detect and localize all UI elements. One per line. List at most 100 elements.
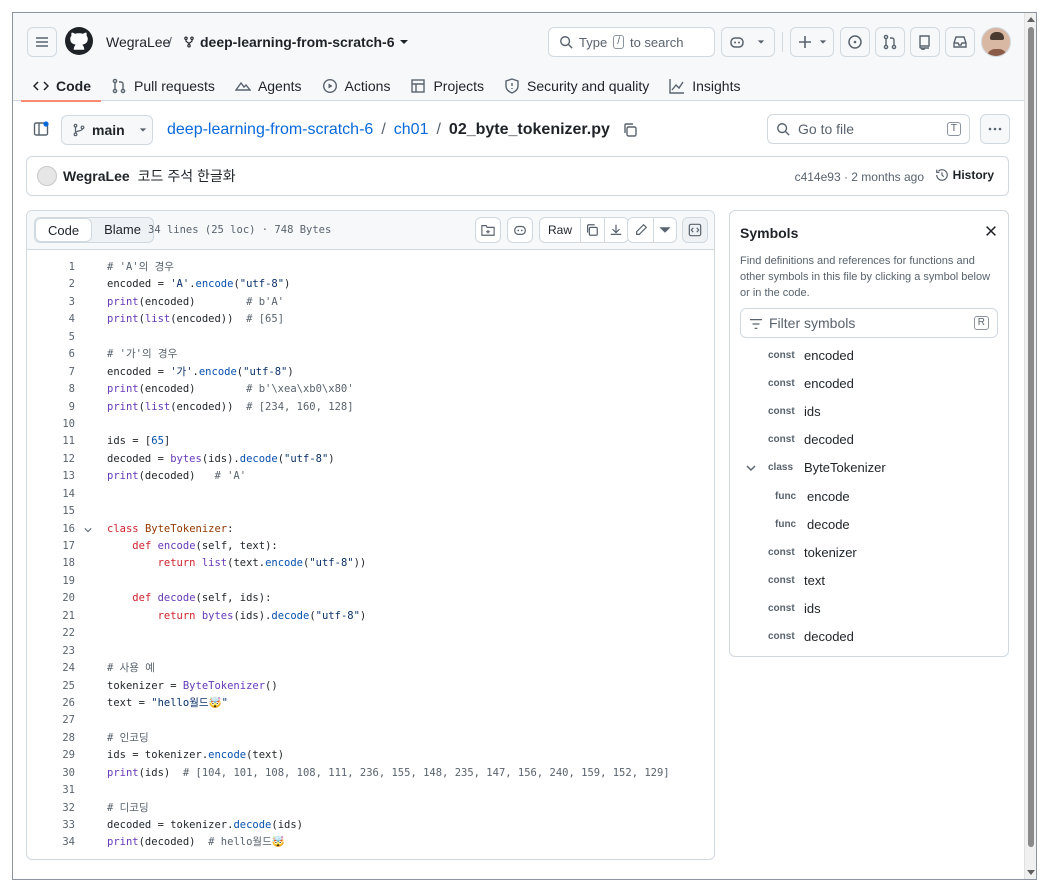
line-number[interactable]: 30 xyxy=(27,765,75,782)
line-number[interactable]: 29 xyxy=(27,747,75,764)
symbol-item[interactable]: const encoded xyxy=(730,369,1008,397)
filter-symbols-input[interactable]: Filter symbols R xyxy=(740,308,998,338)
tab-actions[interactable]: Actions xyxy=(312,70,401,101)
line-number[interactable]: 6 xyxy=(27,346,75,363)
add-file-button[interactable] xyxy=(475,217,501,243)
line-number[interactable]: 2 xyxy=(27,276,75,293)
history-link[interactable]: History xyxy=(935,168,994,182)
more-options-button[interactable] xyxy=(980,114,1010,144)
symbol-item[interactable]: const encoded xyxy=(730,341,1008,369)
line-number[interactable]: 24 xyxy=(27,660,75,677)
line-number[interactable]: 9 xyxy=(27,399,75,416)
download-button[interactable] xyxy=(605,218,628,242)
tab-insights[interactable]: Insights xyxy=(659,70,750,101)
line-number[interactable]: 21 xyxy=(27,608,75,625)
line-number[interactable]: 16 xyxy=(27,521,75,538)
raw-button[interactable]: Raw xyxy=(540,218,582,242)
line-number[interactable]: 5 xyxy=(27,329,75,346)
go-to-file-input[interactable]: Go to file T xyxy=(767,114,970,144)
symbol-item[interactable]: const ids xyxy=(730,397,1008,425)
line-number[interactable]: 1 xyxy=(27,259,75,276)
line-number[interactable]: 4 xyxy=(27,311,75,328)
github-logo-icon[interactable] xyxy=(65,27,93,55)
line-content: # 인코딩 xyxy=(107,731,149,744)
line-number[interactable]: 11 xyxy=(27,433,75,450)
line-number[interactable]: 13 xyxy=(27,468,75,485)
symbol-item[interactable]: const text xyxy=(730,567,1008,595)
commit-author-avatar[interactable] xyxy=(37,166,57,186)
tab-agents[interactable]: Agents xyxy=(225,70,312,101)
inbox-button[interactable] xyxy=(945,27,975,57)
commit-meta[interactable]: c414e93 · 2 months ago xyxy=(795,170,924,184)
edit-file-button[interactable] xyxy=(628,218,654,242)
edit-options-button[interactable] xyxy=(654,218,676,242)
symbol-item[interactable]: func decode xyxy=(730,510,1008,538)
repo-selector[interactable]: deep-learning-from-scratch-6 xyxy=(183,34,409,50)
symbol-item[interactable]: func encode xyxy=(730,482,1008,510)
line-number[interactable]: 34 xyxy=(27,834,75,851)
side-panel-toggle-icon[interactable] xyxy=(33,121,49,137)
line-number[interactable]: 25 xyxy=(27,678,75,695)
line-number[interactable]: 26 xyxy=(27,695,75,712)
symbols-panel-toggle[interactable] xyxy=(682,217,708,243)
line-number[interactable]: 33 xyxy=(27,817,75,834)
line-content: print(decoded) # hello월드🤯 xyxy=(107,836,285,849)
copilot-ask-button[interactable] xyxy=(507,217,533,243)
line-number[interactable]: 10 xyxy=(27,416,75,433)
line-number[interactable]: 20 xyxy=(27,590,75,607)
symbol-item[interactable]: const decoded xyxy=(730,623,1008,651)
line-number[interactable]: 3 xyxy=(27,294,75,311)
scroll-up-arrow-icon[interactable] xyxy=(1027,17,1035,22)
owner-link[interactable]: WegraLee xyxy=(106,34,170,50)
page-scrollbar[interactable] xyxy=(1024,13,1036,879)
create-new-button[interactable] xyxy=(790,27,834,57)
code-view-tab[interactable]: Code xyxy=(35,218,93,242)
line-number[interactable]: 12 xyxy=(27,451,75,468)
breadcrumb-repo-link[interactable]: deep-learning-from-scratch-6 xyxy=(167,121,373,139)
tab-code[interactable]: Code xyxy=(13,70,101,102)
repositories-button[interactable] xyxy=(910,27,940,57)
commit-author-link[interactable]: WegraLee xyxy=(63,168,130,184)
pull-requests-button[interactable] xyxy=(875,27,905,57)
line-content: decoded = bytes(ids).decode("utf-8") xyxy=(107,452,335,465)
copilot-button[interactable] xyxy=(721,27,775,57)
line-number[interactable]: 17 xyxy=(27,538,75,555)
branch-selector-button[interactable]: main xyxy=(61,115,153,145)
scroll-down-arrow-icon[interactable] xyxy=(1027,870,1035,875)
symbol-item[interactable]: const ids xyxy=(730,595,1008,623)
tab-security[interactable]: Security and quality xyxy=(494,70,659,101)
symbol-item[interactable]: const tokenizer xyxy=(730,538,1008,566)
line-number[interactable]: 8 xyxy=(27,381,75,398)
graph-icon xyxy=(669,78,685,94)
line-number[interactable]: 23 xyxy=(27,643,75,660)
user-avatar[interactable] xyxy=(981,27,1011,57)
symbol-item[interactable]: class ByteTokenizer xyxy=(730,454,1008,482)
copy-raw-button[interactable] xyxy=(581,218,605,242)
line-number[interactable]: 32 xyxy=(27,800,75,817)
copilot-icon xyxy=(730,37,744,48)
line-number[interactable]: 22 xyxy=(27,625,75,642)
line-number[interactable]: 19 xyxy=(27,573,75,590)
tab-projects[interactable]: Projects xyxy=(400,70,494,101)
commit-message-link[interactable]: 코드 주석 한글화 xyxy=(138,166,236,186)
shield-icon xyxy=(505,77,519,94)
issues-button[interactable] xyxy=(840,27,870,57)
fold-chevron-icon[interactable] xyxy=(84,526,92,534)
scrollbar-thumb[interactable] xyxy=(1028,27,1034,847)
breadcrumb-folder-link[interactable]: ch01 xyxy=(394,121,429,139)
copy-path-icon[interactable] xyxy=(622,122,638,138)
tab-pull-requests[interactable]: Pull requests xyxy=(101,70,225,101)
symbol-item[interactable]: const decoded xyxy=(730,426,1008,454)
line-number[interactable]: 7 xyxy=(27,364,75,381)
chevron-down-icon[interactable] xyxy=(746,463,756,473)
line-number[interactable]: 18 xyxy=(27,555,75,572)
close-icon[interactable] xyxy=(984,224,998,238)
line-number[interactable]: 15 xyxy=(27,503,75,520)
line-number[interactable]: 28 xyxy=(27,730,75,747)
line-number[interactable]: 27 xyxy=(27,712,75,729)
line-number[interactable]: 14 xyxy=(27,486,75,503)
global-search-input[interactable]: Type / to search xyxy=(548,27,715,57)
line-number[interactable]: 31 xyxy=(27,782,75,799)
hamburger-menu-button[interactable] xyxy=(27,27,57,57)
blame-view-tab[interactable]: Blame xyxy=(92,218,153,242)
